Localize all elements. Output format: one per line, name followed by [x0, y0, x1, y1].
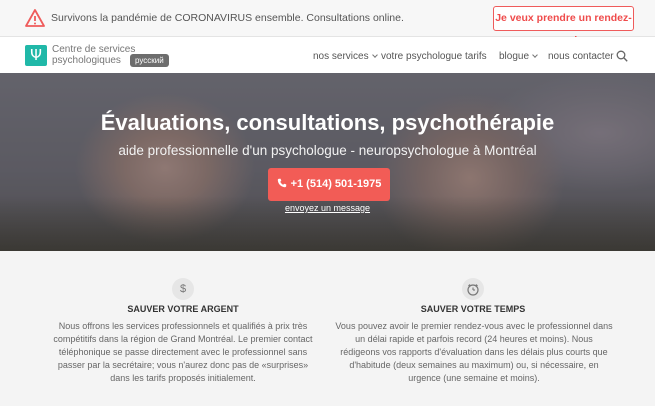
nav-item-label: nous contacter — [548, 51, 614, 62]
alarm-clock-icon — [462, 278, 484, 300]
hero-banner: Évaluations, consultations, psychothérap… — [0, 73, 655, 251]
alert-bar: Survivons la pandémie de CORONAVIRUS ens… — [0, 0, 655, 46]
hero-subtitle: aide professionnelle d'un psychologue - … — [118, 143, 537, 158]
nav-item-label: tarifs — [465, 51, 487, 62]
nav-item-blog[interactable]: blogue — [499, 51, 538, 62]
feature-text-time: Vous pouvez avoir le premier rendez-vous… — [335, 321, 613, 383]
dollar-icon: $ — [172, 278, 194, 300]
book-appointment-button[interactable]: Je veux prendre un rendez-vous! — [493, 6, 634, 46]
brand-name[interactable]: Centre de services psychologiques — [52, 44, 135, 66]
search-icon[interactable] — [616, 50, 628, 62]
nav-item-contact[interactable]: nous contacter — [548, 51, 614, 62]
send-message-link[interactable]: envoyez un message — [0, 203, 655, 213]
logo-icon[interactable]: Ψ — [25, 45, 47, 66]
nav-item-label: nos services — [313, 51, 369, 62]
alert-message: Survivons la pandémie de CORONAVIRUS ens… — [51, 12, 404, 24]
feature-title-time: SAUVER VOTRE TEMPS — [420, 304, 526, 314]
phone-icon — [277, 178, 286, 188]
feature-text-money: Nous offrons les services professionnels… — [53, 321, 313, 383]
brand-line-2: psychologiques — [52, 55, 121, 66]
main-nav: Ψ Centre de services psychologiques русс… — [0, 37, 655, 73]
nav-item-label: votre psychologue — [381, 51, 463, 62]
chevron-down-icon — [371, 52, 378, 58]
language-switch[interactable]: русский — [130, 54, 169, 67]
nav-item-pricing[interactable]: tarifs — [465, 51, 487, 62]
brand-line-1: Centre de services — [52, 44, 136, 55]
nav-item-psychologist[interactable]: votre psychologue — [381, 51, 462, 62]
nav-item-services[interactable]: nos services — [313, 51, 378, 62]
warning-icon — [25, 9, 45, 27]
phone-number: +1 (514) 501-1975 — [290, 178, 382, 190]
chevron-down-icon — [532, 52, 538, 58]
send-message-label: envoyez un message — [284, 203, 371, 213]
nav-item-label: blogue — [499, 51, 530, 62]
feature-title-money: SAUVER VOTRE ARGENT — [127, 304, 239, 314]
phone-call-button[interactable]: +1 (514) 501-1975 — [268, 168, 390, 201]
hero-title: Évaluations, consultations, psychothérap… — [100, 110, 555, 135]
